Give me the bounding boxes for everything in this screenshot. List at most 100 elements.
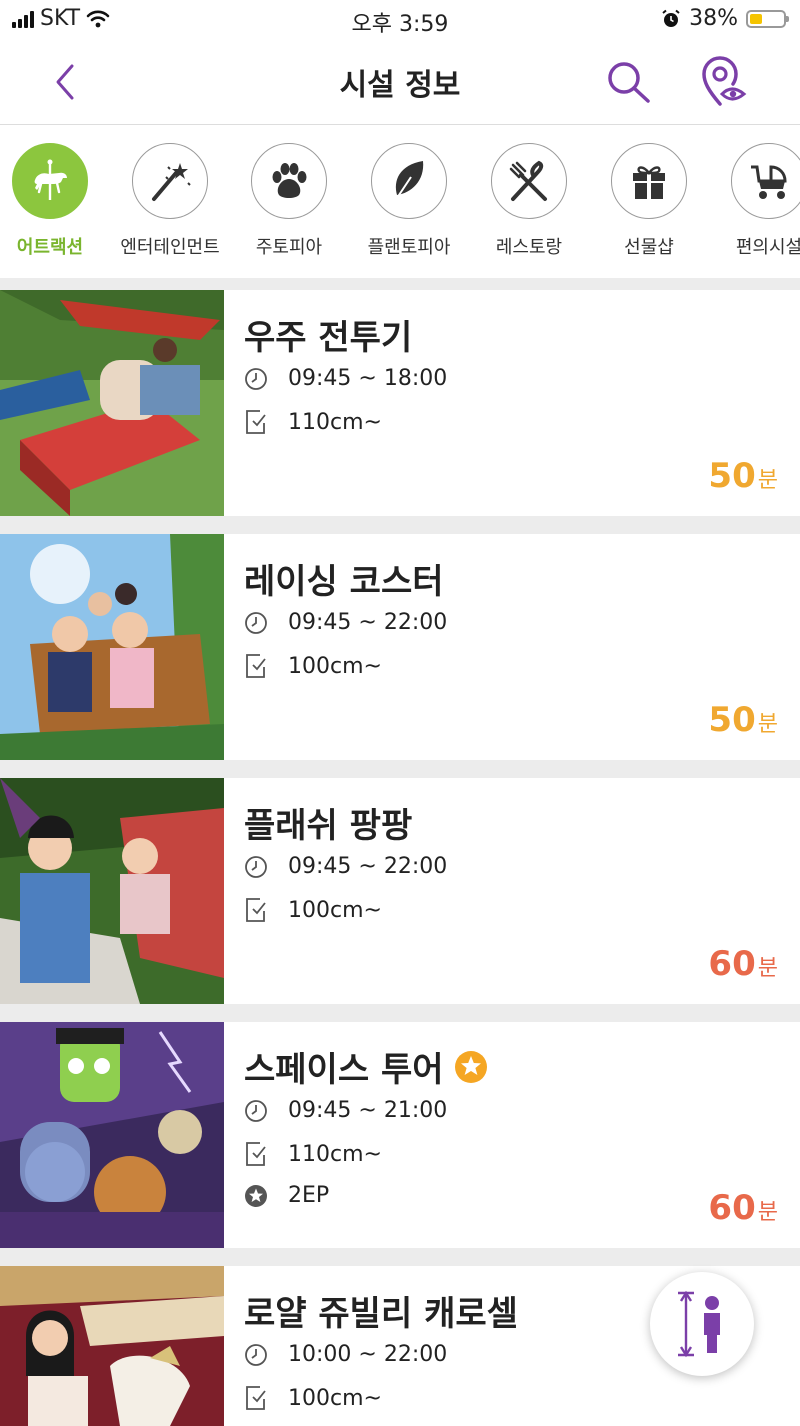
category-attraction[interactable]: 어트랙션 <box>0 143 105 259</box>
category-icon-wrap <box>12 143 88 219</box>
category-label: 플랜토피아 <box>367 237 451 258</box>
attraction-name-text: 우주 전투기 <box>244 318 413 358</box>
attraction-name-text: 플래쉬 팡팡 <box>244 806 413 846</box>
wait-unit: 분 <box>757 712 778 737</box>
height-row: 100cm~ <box>244 897 382 923</box>
height-check-icon <box>246 1386 266 1410</box>
wait-minutes: 60 <box>708 944 756 984</box>
battery-fill <box>750 13 762 24</box>
battery-percent: 38% <box>689 6 738 31</box>
attraction-photo <box>0 1266 224 1426</box>
fork-knife-icon <box>509 160 547 201</box>
height-check-icon <box>246 654 266 678</box>
category-restaurant[interactable]: 레스토랑 <box>474 143 584 259</box>
hours-text: 09:45 ~ 22:00 <box>288 610 448 635</box>
wait-time: 60분 <box>708 1188 778 1228</box>
height-row: 110cm~ <box>244 409 382 435</box>
height-check-icon <box>246 898 266 922</box>
wait-time: 50분 <box>708 700 778 740</box>
height-measure-icon <box>678 1290 720 1358</box>
attraction-photo <box>0 778 224 1004</box>
height-row: 100cm~ <box>244 653 382 679</box>
clock-icon <box>245 1099 267 1122</box>
carousel-horse-icon <box>34 159 67 200</box>
height-filter-button[interactable] <box>650 1272 754 1376</box>
clock-icon <box>245 855 267 878</box>
ep-row: 2EP <box>244 1183 329 1208</box>
attraction-name: 로얄 쥬빌리 캐로셀 <box>244 1286 518 1335</box>
ep-text: 2EP <box>288 1183 330 1208</box>
category-icon-wrap <box>371 143 447 219</box>
attraction-name-text: 레이싱 코스터 <box>244 562 444 602</box>
attraction-photo <box>0 534 224 760</box>
location-view-icon[interactable] <box>698 54 750 108</box>
attraction-name: 우주 전투기 <box>244 310 412 359</box>
category-gift-shop[interactable]: 선물샵 <box>594 143 704 259</box>
hours-row: 09:45 ~ 22:00 <box>244 854 447 879</box>
paw-icon <box>272 163 307 198</box>
clock-icon <box>245 1343 267 1366</box>
attraction-card[interactable]: 플래쉬 팡팡 09:45 ~ 22:00 100cm~ 60분 <box>0 778 800 1004</box>
category-label: 선물샵 <box>624 237 674 258</box>
category-tabs: 어트랙션 엔터테인먼트 주토피아 플랜토피아 레스토랑 선물샵 편의시설 <box>0 125 800 278</box>
gift-icon <box>633 166 665 199</box>
hours-text: 09:45 ~ 21:00 <box>288 1098 448 1123</box>
height-text: 100cm~ <box>288 897 382 923</box>
attraction-photo <box>0 290 224 516</box>
alarm-icon <box>662 9 680 27</box>
category-label: 어트랙션 <box>16 237 84 258</box>
wait-minutes: 50 <box>708 700 756 740</box>
attraction-photo <box>0 1022 224 1248</box>
wait-time: 50분 <box>708 456 778 496</box>
height-row: 100cm~ <box>244 1385 382 1411</box>
battery-icon <box>746 9 789 28</box>
stroller-icon <box>751 165 787 199</box>
hours-text: 09:45 ~ 18:00 <box>288 366 448 391</box>
attraction-card[interactable]: 레이싱 코스터 09:45 ~ 22:00 100cm~ 50분 <box>0 534 800 760</box>
hours-row: 09:45 ~ 21:00 <box>244 1098 447 1123</box>
wait-minutes: 50 <box>708 456 756 496</box>
attraction-name-text: 스페이스 투어 <box>244 1050 444 1090</box>
height-text: 100cm~ <box>288 1385 382 1411</box>
attraction-name: 레이싱 코스터 <box>244 554 444 603</box>
attraction-name: 플래쉬 팡팡 <box>244 798 412 847</box>
height-row: 110cm~ <box>244 1141 382 1167</box>
status-right: 38% <box>661 6 789 31</box>
wait-time: 60분 <box>708 944 778 984</box>
category-plantopia[interactable]: 플랜토피아 <box>354 143 464 259</box>
clock-icon <box>245 611 267 634</box>
app-header: 시설 정보 <box>0 40 800 125</box>
category-zootopia[interactable]: 주토피아 <box>234 143 344 259</box>
category-icon-wrap <box>251 143 327 219</box>
clock-icon <box>245 367 267 390</box>
status-bar: SKT 오후 3:59 38% <box>0 0 800 40</box>
category-label: 레스토랑 <box>495 237 563 258</box>
height-text: 110cm~ <box>288 1141 382 1167</box>
magic-wand-icon <box>152 163 191 201</box>
category-label: 편의시설 <box>735 237 800 258</box>
search-icon[interactable] <box>604 58 654 106</box>
leaf-icon <box>394 161 424 202</box>
category-entertainment[interactable]: 엔터테인먼트 <box>115 143 225 259</box>
hours-text: 10:00 ~ 22:00 <box>288 1342 448 1367</box>
hours-row: 10:00 ~ 22:00 <box>244 1342 447 1367</box>
category-label: 엔터테인먼트 <box>120 237 220 258</box>
category-icon-wrap <box>611 143 687 219</box>
attraction-card[interactable]: 우주 전투기 09:45 ~ 18:00 110cm~ 50분 <box>0 290 800 516</box>
attraction-name: 스페이스 투어 <box>244 1042 488 1091</box>
category-amenities[interactable]: 편의시설 <box>714 143 800 259</box>
wait-unit: 분 <box>757 1200 778 1225</box>
category-icon-wrap <box>731 143 800 219</box>
height-check-icon <box>246 1142 266 1166</box>
star-badge-icon <box>454 1050 487 1083</box>
hours-row: 09:45 ~ 18:00 <box>244 366 447 391</box>
page-title: 시설 정보 <box>339 68 461 103</box>
wait-minutes: 60 <box>708 1188 756 1228</box>
height-text: 100cm~ <box>288 653 382 679</box>
attraction-card[interactable]: 스페이스 투어 09:45 ~ 21:00 110cm~ 2EP 60분 <box>0 1022 800 1248</box>
wait-unit: 분 <box>757 956 778 981</box>
star-circle-icon <box>245 1184 267 1207</box>
attraction-name-text: 로얄 쥬빌리 캐로셀 <box>244 1294 518 1334</box>
hours-text: 09:45 ~ 22:00 <box>288 854 448 879</box>
category-icon-wrap <box>491 143 567 219</box>
